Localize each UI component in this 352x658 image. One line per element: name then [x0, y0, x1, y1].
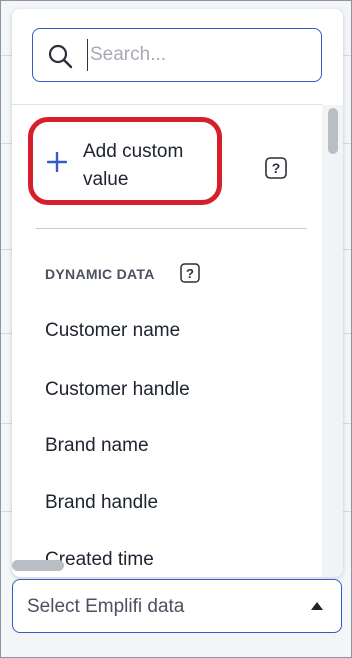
search-input[interactable] — [87, 39, 310, 71]
svg-text:?: ? — [186, 266, 194, 281]
help-icon[interactable]: ? — [180, 263, 200, 283]
section-divider — [36, 228, 307, 229]
search-box[interactable] — [32, 28, 322, 82]
vertical-scroll-thumb[interactable] — [328, 108, 338, 154]
add-custom-value-label: Add custom value — [83, 141, 184, 190]
list-item-brand-handle[interactable]: Brand handle — [45, 492, 158, 514]
app-frame: Add custom value ? DYNAMIC DATA ? Custom… — [0, 0, 352, 658]
options-list[interactable]: Add custom value ? DYNAMIC DATA ? Custom… — [12, 105, 322, 577]
dropdown-popup: Add custom value ? DYNAMIC DATA ? Custom… — [12, 9, 343, 577]
list-item-customer-name[interactable]: Customer name — [45, 320, 180, 342]
plus-icon — [47, 152, 67, 172]
list-item-brand-name[interactable]: Brand name — [45, 435, 149, 457]
select-label: Select Emplifi data — [27, 596, 185, 617]
help-icon[interactable]: ? — [265, 157, 287, 179]
section-header-dynamic-data: DYNAMIC DATA — [45, 266, 155, 282]
vertical-scrollbar[interactable] — [322, 105, 343, 577]
svg-text:?: ? — [272, 160, 281, 176]
horizontal-scroll-thumb[interactable] — [12, 560, 64, 571]
search-icon — [48, 44, 73, 69]
add-custom-value-button[interactable]: Add custom value — [28, 117, 222, 205]
emplifi-data-select[interactable]: Select Emplifi data — [12, 579, 342, 633]
caret-up-icon — [311, 602, 323, 610]
list-item-customer-handle[interactable]: Customer handle — [45, 379, 190, 401]
